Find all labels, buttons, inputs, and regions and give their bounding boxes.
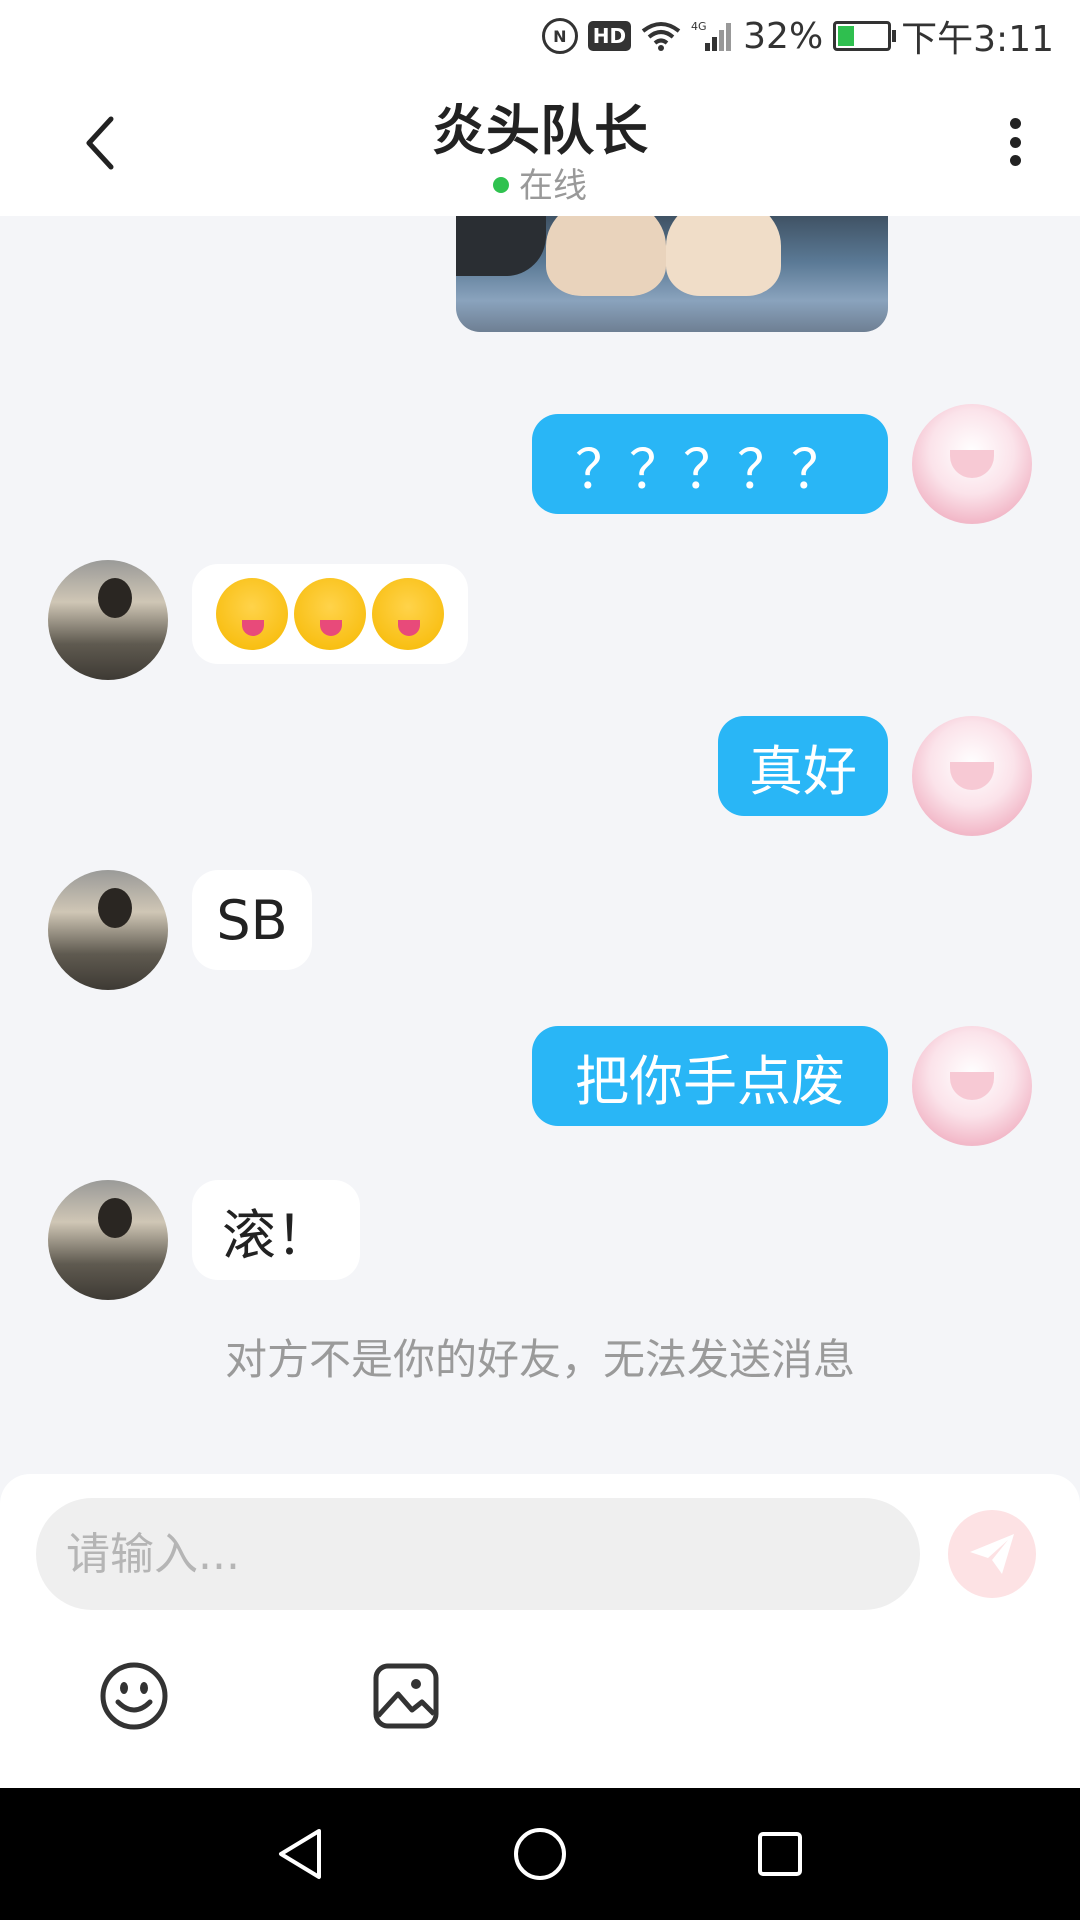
smiley-icon bbox=[100, 1662, 168, 1730]
message-bubble-other[interactable]: 滚！ bbox=[192, 1180, 360, 1280]
cat-figure bbox=[546, 216, 666, 296]
send-button[interactable] bbox=[948, 1510, 1036, 1598]
online-status-label: 在线 bbox=[519, 166, 587, 206]
winking-tongue-emoji-icon bbox=[372, 578, 444, 650]
emoji-message[interactable] bbox=[192, 564, 468, 664]
clock: 下午3:11 bbox=[901, 19, 1054, 60]
contact-name: 炎头队长 bbox=[432, 99, 648, 162]
message-row-me: ？？？？？ bbox=[0, 404, 1080, 524]
emoji-button[interactable] bbox=[98, 1660, 170, 1732]
message-list[interactable]: ？？？？？ 真好 SB 把你手点废 滚！ 对方不是你的好友，无法发送消息 bbox=[0, 216, 1080, 1474]
nav-recents-button[interactable] bbox=[750, 1824, 810, 1884]
square-recents-icon bbox=[758, 1832, 802, 1876]
my-avatar[interactable] bbox=[912, 404, 1032, 524]
cat-figure bbox=[666, 216, 781, 296]
more-options-button[interactable] bbox=[990, 112, 1040, 172]
message-composer bbox=[0, 1474, 1080, 1788]
nfc-icon: N bbox=[541, 18, 578, 54]
message-row-me: 真好 bbox=[0, 716, 1080, 836]
more-dot-icon bbox=[1009, 136, 1021, 148]
signal-icon: 4G bbox=[691, 19, 733, 53]
message-bubble-other[interactable]: SB bbox=[192, 870, 312, 970]
image-shadow bbox=[456, 216, 546, 276]
chat-header: 炎头队长 在线 bbox=[0, 72, 1080, 216]
message-bubble-me[interactable]: ？？？？？ bbox=[532, 414, 888, 514]
nav-back-button[interactable] bbox=[270, 1824, 330, 1884]
message-row-me: 把你手点废 bbox=[0, 1026, 1080, 1146]
my-avatar[interactable] bbox=[912, 716, 1032, 836]
message-bubble-me[interactable]: 真好 bbox=[718, 716, 888, 816]
image-message[interactable] bbox=[456, 216, 888, 332]
message-row-other bbox=[0, 560, 1080, 680]
battery-percent: 32% bbox=[743, 15, 824, 57]
online-dot-icon bbox=[493, 176, 509, 193]
message-row-other: 滚！ bbox=[0, 1180, 1080, 1300]
winking-tongue-emoji-icon bbox=[294, 578, 366, 650]
battery-icon bbox=[833, 21, 897, 51]
circle-home-icon bbox=[514, 1828, 566, 1880]
triangle-back-icon bbox=[279, 1829, 321, 1879]
wifi-icon bbox=[641, 20, 681, 52]
nav-home-button[interactable] bbox=[510, 1824, 570, 1884]
system-nav-bar bbox=[0, 1788, 1080, 1920]
message-bubble-me[interactable]: 把你手点废 bbox=[532, 1026, 888, 1126]
contact-avatar[interactable] bbox=[48, 560, 168, 680]
status-bar: N HD 4G 32% 下午3:11 bbox=[0, 0, 1080, 72]
not-friend-notice: 对方不是你的好友，无法发送消息 bbox=[224, 1335, 855, 1384]
contact-avatar[interactable] bbox=[48, 870, 168, 990]
winking-tongue-emoji-icon bbox=[216, 578, 288, 650]
hd-badge: HD bbox=[587, 21, 632, 51]
battery-fill bbox=[838, 26, 854, 46]
more-dot-icon bbox=[1009, 155, 1021, 166]
status-icons: N HD 4G 32% 下午3:11 bbox=[541, 12, 1054, 60]
image-icon bbox=[373, 1663, 439, 1729]
image-button[interactable] bbox=[370, 1660, 442, 1732]
message-input[interactable] bbox=[36, 1498, 920, 1610]
send-icon bbox=[970, 1534, 1014, 1574]
my-avatar[interactable] bbox=[912, 1026, 1032, 1146]
contact-avatar[interactable] bbox=[48, 1180, 168, 1300]
more-dot-icon bbox=[1009, 118, 1021, 129]
network-type-label: 4G bbox=[691, 20, 707, 33]
online-status: 在线 bbox=[0, 158, 1080, 207]
message-row-other: SB bbox=[0, 870, 1080, 990]
